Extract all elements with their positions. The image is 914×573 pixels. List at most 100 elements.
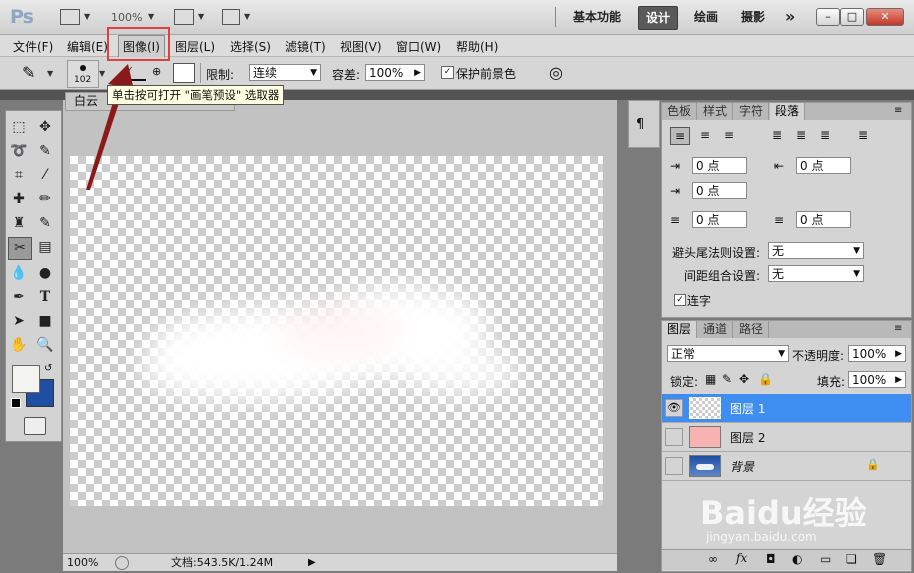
menu-select[interactable]: 选择(S): [230, 38, 271, 55]
arrange-documents-icon[interactable]: [174, 9, 194, 25]
tablet-pressure-icon[interactable]: ◎: [549, 63, 563, 82]
sampling-background-swatch-icon[interactable]: [173, 63, 195, 83]
tab-layers[interactable]: 图层: [662, 321, 698, 338]
new-layer-icon[interactable]: ❏: [846, 552, 857, 566]
workspace-paint-button[interactable]: 绘画: [687, 6, 725, 28]
menu-window[interactable]: 窗口(W): [396, 38, 441, 55]
new-group-icon[interactable]: ▭: [820, 552, 831, 566]
opacity-field[interactable]: 100% ▶: [848, 345, 906, 362]
delete-layer-icon[interactable]: 🗑: [872, 552, 887, 566]
dodge-tool-icon[interactable]: ●: [34, 263, 56, 284]
canvas[interactable]: [70, 156, 603, 506]
healing-brush-tool-icon[interactable]: ✚: [8, 189, 30, 210]
shape-tool-icon[interactable]: ■: [34, 311, 56, 332]
adjustment-layer-icon[interactable]: ◐: [792, 552, 802, 566]
chevron-down-icon[interactable]: ▼: [148, 12, 154, 21]
maximize-button[interactable]: □: [840, 8, 864, 26]
align-left-icon[interactable]: ≡: [670, 127, 690, 145]
lasso-tool-icon[interactable]: ➰: [8, 141, 30, 162]
default-colors-icon[interactable]: [11, 398, 21, 408]
tab-character[interactable]: 字符: [734, 103, 770, 120]
move-tool-icon[interactable]: ✥: [34, 117, 56, 138]
swap-colors-icon[interactable]: ↺: [44, 363, 52, 374]
fill-field[interactable]: 100% ▶: [848, 371, 906, 388]
tolerance-field[interactable]: 100% ▶: [365, 64, 425, 81]
gradient-tool-icon[interactable]: ▤: [34, 237, 56, 258]
lock-image-icon[interactable]: ✎: [722, 372, 732, 386]
marquee-tool-icon[interactable]: ⬚: [8, 117, 30, 138]
menu-view[interactable]: 视图(V): [340, 38, 382, 55]
visibility-toggle[interactable]: [665, 428, 683, 446]
layer-name[interactable]: 图层 1: [730, 400, 765, 417]
eyedropper-tool-icon[interactable]: ⁄: [34, 165, 56, 186]
chevron-down-icon[interactable]: ▼: [244, 12, 250, 21]
screen-mode-icon[interactable]: [222, 9, 240, 25]
justify-center-icon[interactable]: ≣: [792, 127, 810, 143]
menu-help[interactable]: 帮助(H): [456, 38, 498, 55]
tab-paths[interactable]: 路径: [734, 321, 770, 338]
menu-edit[interactable]: 编辑(E): [67, 38, 108, 55]
hand-tool-icon[interactable]: ✋: [8, 335, 30, 356]
add-mask-icon[interactable]: ◘: [766, 552, 776, 566]
paragraph-panel-icon[interactable]: ¶: [636, 117, 644, 132]
menu-layer[interactable]: 图层(L): [175, 38, 215, 55]
justify-all-icon[interactable]: ≣: [854, 127, 872, 143]
path-select-tool-icon[interactable]: ➤: [8, 311, 30, 332]
menu-filter[interactable]: 滤镜(T): [285, 38, 326, 55]
limit-select[interactable]: 连续 ▼: [249, 64, 321, 81]
layer-row-2[interactable]: 图层 2: [662, 423, 911, 452]
workspace-photo-button[interactable]: 摄影: [734, 6, 772, 28]
brush-tool-icon[interactable]: ✏: [34, 189, 56, 210]
sampling-once-icon[interactable]: ⊕: [152, 65, 170, 79]
chevron-down-icon[interactable]: ▼: [84, 12, 90, 21]
more-workspaces-button[interactable]: »: [778, 6, 802, 28]
status-menu-arrow-icon[interactable]: ▶: [308, 554, 316, 571]
bridge-icon[interactable]: [60, 9, 80, 25]
layer-row-background[interactable]: 背景 🔒: [662, 452, 911, 481]
justify-left-icon[interactable]: ≣: [768, 127, 786, 143]
workspace-design-button[interactable]: 设计: [638, 6, 679, 30]
link-layers-icon[interactable]: ∞: [708, 552, 718, 566]
status-zoom[interactable]: 100%: [67, 554, 98, 571]
eraser-tool-icon[interactable]: ✂: [8, 237, 32, 260]
layer-name[interactable]: 图层 2: [730, 429, 765, 446]
workspace-basic-button[interactable]: 基本功能: [566, 6, 628, 28]
align-center-icon[interactable]: ≡: [696, 127, 714, 143]
indent-left-field[interactable]: 0 点: [692, 157, 747, 174]
blend-mode-select[interactable]: 正常 ▼: [667, 345, 789, 362]
quick-mask-icon[interactable]: [24, 417, 46, 435]
mojikumi-select[interactable]: 无 ▼: [768, 265, 864, 282]
visibility-toggle[interactable]: [665, 457, 683, 475]
lock-position-icon[interactable]: ✥: [739, 372, 749, 386]
type-tool-icon[interactable]: T: [34, 287, 56, 308]
eye-icon[interactable]: 👁: [665, 399, 683, 417]
justify-right-icon[interactable]: ≣: [816, 127, 834, 143]
layer-style-icon[interactable]: fx: [736, 551, 747, 565]
lock-transparent-icon[interactable]: ▦: [705, 372, 716, 386]
layer-name[interactable]: 背景: [730, 458, 754, 475]
pen-tool-icon[interactable]: ✒: [8, 287, 30, 308]
align-right-icon[interactable]: ≡: [720, 127, 738, 143]
indent-first-line-field[interactable]: 0 点: [692, 182, 747, 199]
history-brush-tool-icon[interactable]: ✎: [34, 213, 56, 234]
panel-menu-icon[interactable]: ≡: [894, 323, 902, 334]
close-button[interactable]: ✕: [866, 8, 904, 26]
chevron-down-icon[interactable]: ▼: [47, 69, 53, 78]
hyphenate-checkbox[interactable]: ✓: [674, 294, 686, 306]
indent-right-field[interactable]: 0 点: [796, 157, 851, 174]
tab-channels[interactable]: 通道: [698, 321, 734, 338]
clone-stamp-tool-icon[interactable]: ♜: [8, 213, 30, 234]
tab-swatches[interactable]: 色板: [662, 103, 698, 120]
blur-tool-icon[interactable]: 💧: [8, 263, 30, 284]
layer-row-1[interactable]: 👁 图层 1: [662, 394, 911, 423]
crop-tool-icon[interactable]: ⌗: [8, 165, 30, 186]
tab-paragraph[interactable]: 段落: [770, 103, 806, 120]
chevron-down-icon[interactable]: ▼: [198, 12, 204, 21]
menu-file[interactable]: 文件(F): [13, 38, 53, 55]
zoom-level-dropdown[interactable]: 100%: [111, 11, 142, 24]
background-eraser-tool-icon[interactable]: ✎: [22, 63, 35, 82]
status-info-icon[interactable]: [115, 556, 129, 570]
space-after-field[interactable]: 0 点: [796, 211, 851, 228]
tab-styles[interactable]: 样式: [698, 103, 734, 120]
quick-select-tool-icon[interactable]: ✎: [34, 141, 56, 162]
